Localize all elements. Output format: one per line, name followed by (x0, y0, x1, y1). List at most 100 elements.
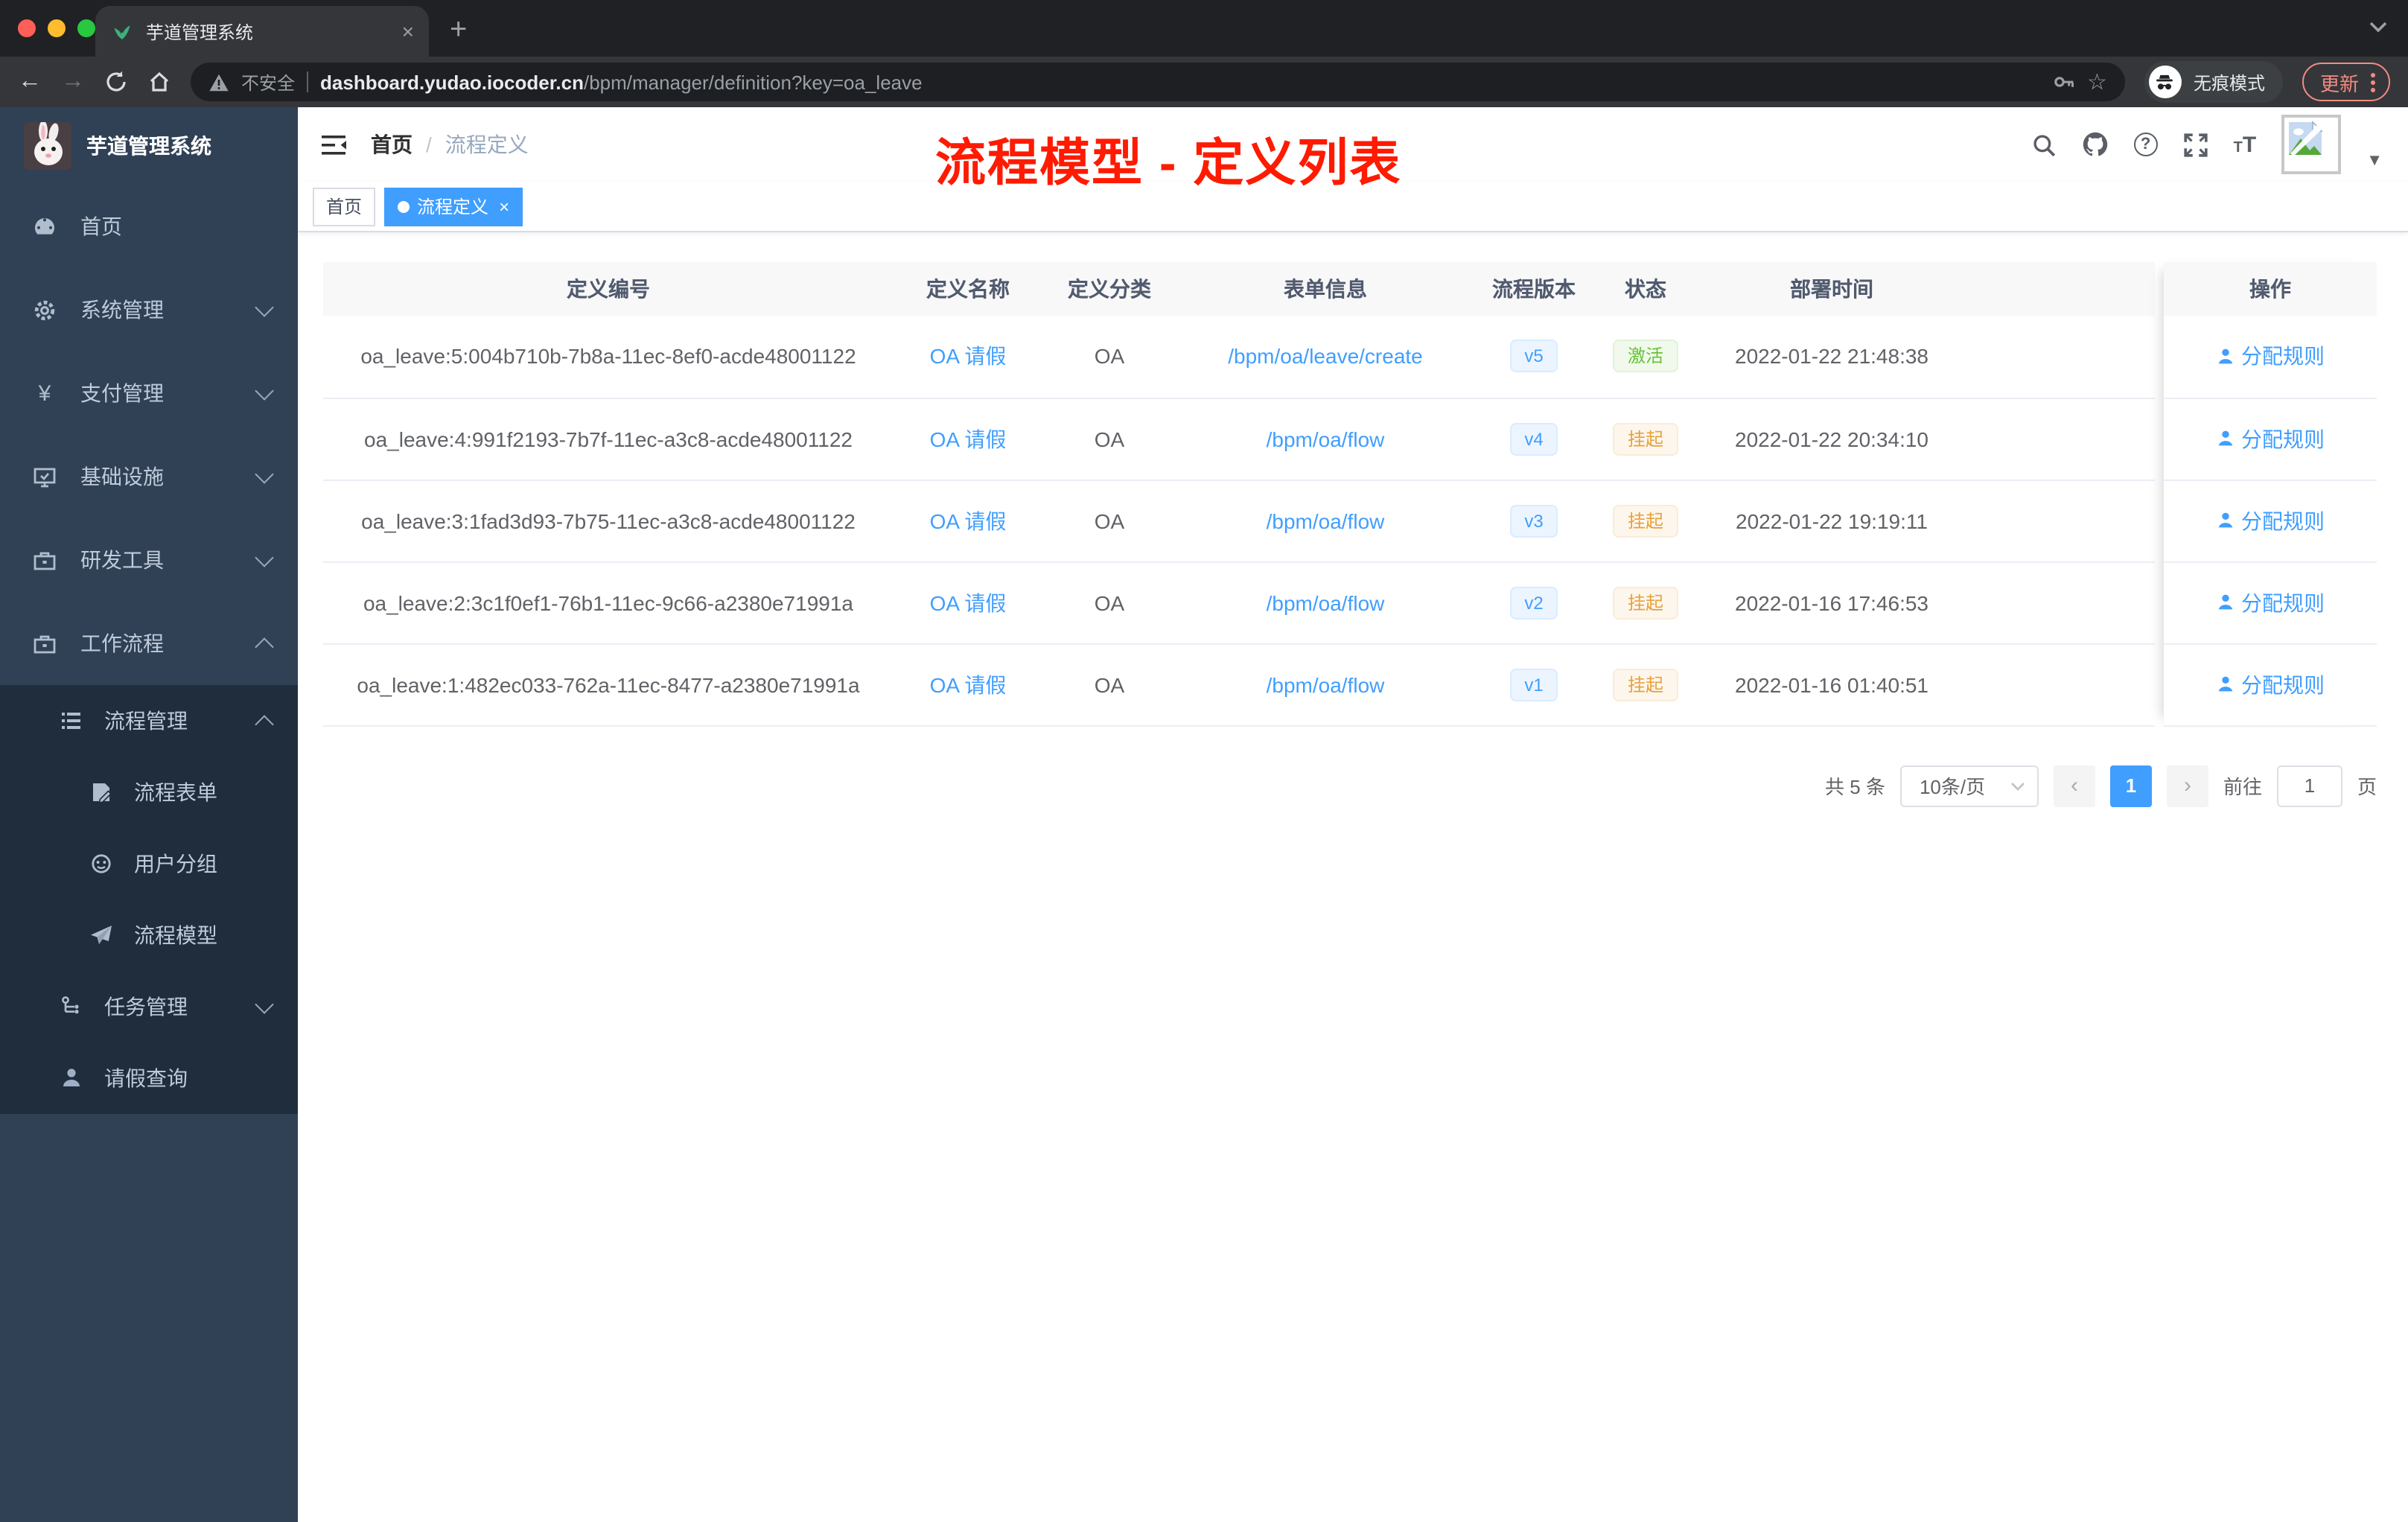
browser-tab[interactable]: 芋道管理系统 × (95, 6, 429, 57)
monitor-icon (33, 465, 57, 488)
sidebar-item-infrastructure[interactable]: 基础设施 (0, 435, 298, 518)
close-window-button[interactable] (18, 19, 36, 37)
cell-definition-id: oa_leave:2:3c1f0ef1-76b1-11ec-9c66-a2380… (323, 561, 894, 644)
sidebar-item-label: 请假查询 (104, 1066, 188, 1090)
sidebar-item-process-management[interactable]: 流程管理 (0, 685, 298, 757)
assign-rule-button[interactable]: 分配规则 (2216, 506, 2325, 535)
page-size-select[interactable]: 10条/页 (1899, 765, 2039, 806)
url-path: /bpm/manager/definition?key=oa_leave (584, 71, 923, 93)
zoom-window-button[interactable] (77, 19, 95, 37)
browser-tab-strip: 芋道管理系统 × + (0, 0, 2408, 57)
sidebar-item-label: 工作流程 (80, 631, 164, 655)
assign-rule-button[interactable]: 分配规则 (2216, 342, 2325, 372)
definition-name-link[interactable]: OA 请假 (930, 427, 1007, 450)
definition-name-link[interactable]: OA 请假 (930, 672, 1007, 696)
user-avatar[interactable] (2281, 115, 2342, 174)
cell-definition-id: oa_leave:5:004b710b-7b8a-11ec-8ef0-acde4… (323, 316, 894, 398)
form-info-link[interactable]: /bpm/oa/flow (1267, 509, 1385, 532)
sidebar-item-workflow[interactable]: 工作流程 (0, 602, 298, 685)
cell-deploy-time: 2022-01-16 17:46:53 (1698, 561, 1966, 644)
minimize-window-button[interactable] (48, 19, 66, 37)
back-button[interactable]: ← (18, 69, 42, 94)
sidebar-item-label: 任务管理 (104, 995, 188, 1019)
help-icon[interactable]: ? (2133, 133, 2158, 156)
sidebar-item-home[interactable]: 首页 (0, 185, 298, 268)
breadcrumb-home[interactable]: 首页 (371, 130, 413, 159)
update-button[interactable]: 更新 (2302, 63, 2390, 101)
fullscreen-icon[interactable] (2183, 132, 2208, 157)
security-label[interactable]: 不安全 (241, 69, 295, 95)
page-goto-input[interactable] (2276, 765, 2342, 806)
update-label: 更新 (2319, 72, 2359, 95)
next-page-button[interactable]: › (2166, 765, 2208, 806)
sidebar-item-user-group[interactable]: 用户分组 (0, 828, 298, 899)
screen: 芋道管理系统 × + ← → 不安全 dashboard.yudao.iocod… (0, 0, 2408, 1522)
prev-page-button[interactable]: ‹ (2053, 765, 2095, 806)
form-info-link[interactable]: /bpm/oa/flow (1267, 590, 1385, 614)
tag-close-icon[interactable]: × (499, 196, 509, 217)
tag-home[interactable]: 首页 (313, 187, 376, 226)
definition-name-link[interactable]: OA 请假 (930, 345, 1007, 369)
table-row: oa_leave:5:004b710b-7b8a-11ec-8ef0-acde4… (323, 316, 2155, 398)
version-badge: v4 (1509, 422, 1558, 455)
col-definition-name: 定义名称 (894, 262, 1042, 316)
sidebar-item-devtools[interactable]: 研发工具 (0, 518, 298, 602)
github-icon[interactable] (2082, 131, 2109, 158)
reload-button[interactable] (104, 70, 128, 94)
kebab-menu-icon[interactable] (2371, 72, 2375, 92)
home-button[interactable] (147, 70, 171, 94)
flow-icon (60, 995, 83, 1019)
main-panel: 流程模型 - 定义列表 首页 / 流程定义 ? T T ▼ 首页 流程定义 × … (298, 107, 2408, 1522)
table-row: oa_leave:1:482ec033-762a-11ec-8477-a2380… (323, 643, 2155, 726)
forward-button[interactable]: → (61, 69, 85, 94)
header-actions: ? TT ▼ (2031, 115, 2383, 174)
sidebar-item-task-management[interactable]: 任务管理 (0, 971, 298, 1042)
sidebar-item-process-model[interactable]: 流程模型 (0, 899, 298, 971)
content-area: 定义编号 定义名称 定义分类 表单信息 流程版本 状态 部署时间 oa_leav… (298, 232, 2408, 806)
definition-name-link[interactable]: OA 请假 (930, 509, 1007, 532)
bookmark-star-icon[interactable]: ☆ (2087, 71, 2107, 93)
page-1-button[interactable]: 1 (2109, 765, 2152, 806)
people-icon (89, 852, 113, 876)
url-bar[interactable]: 不安全 dashboard.yudao.iocoder.cn/bpm/manag… (191, 63, 2125, 101)
breadcrumb-separator: / (426, 133, 432, 156)
url-host: dashboard.yudao.iocoder.cn (320, 71, 584, 93)
user-menu-caret-icon[interactable]: ▼ (2366, 152, 2383, 170)
font-size-icon[interactable]: TT (2234, 133, 2257, 156)
assign-rule-button[interactable]: 分配规则 (2216, 424, 2325, 453)
search-icon[interactable] (2031, 132, 2057, 157)
version-badge: v1 (1509, 668, 1558, 701)
sidebar-item-payment[interactable]: ¥ 支付管理 (0, 351, 298, 435)
sidebar-logo[interactable]: 芋道管理系统 (0, 107, 298, 185)
definition-name-link[interactable]: OA 请假 (930, 590, 1007, 614)
cell-category: OA (1042, 316, 1176, 398)
version-badge: v3 (1509, 504, 1558, 537)
incognito-label: 无痕模式 (2193, 72, 2265, 93)
workflow-submenu: 流程管理 流程表单 用户分组 流程模型 任务管理 请假查询 (0, 685, 298, 1114)
form-info-link[interactable]: /bpm/oa/flow (1267, 427, 1385, 450)
assign-rule-button[interactable]: 分配规则 (2216, 669, 2325, 699)
annotation-text: 流程模型 - 定义列表 (935, 136, 1402, 192)
form-info-link[interactable]: /bpm/oa/flow (1267, 672, 1385, 696)
sidebar-item-leave-query[interactable]: 请假查询 (0, 1042, 298, 1114)
chevron-down-icon (255, 298, 274, 317)
tag-process-definition[interactable]: 流程定义 × (384, 187, 523, 226)
sidebar-item-process-form[interactable]: 流程表单 (0, 757, 298, 828)
key-icon[interactable] (2051, 70, 2075, 94)
status-badge: 激活 (1612, 340, 1678, 373)
tab-close-icon[interactable]: × (402, 21, 414, 42)
assign-rule-button[interactable]: 分配规则 (2216, 588, 2325, 617)
chevron-up-icon (255, 715, 274, 734)
collapse-sidebar-button[interactable] (322, 133, 347, 156)
status-badge: 挂起 (1612, 422, 1678, 455)
form-info-link[interactable]: /bpm/oa/leave/create (1228, 345, 1423, 369)
status-badge: 挂起 (1612, 504, 1678, 537)
sidebar-item-system[interactable]: 系统管理 (0, 268, 298, 351)
insecure-warning-icon[interactable] (208, 72, 229, 92)
page-url[interactable]: dashboard.yudao.iocoder.cn/bpm/manager/d… (320, 71, 923, 93)
new-tab-button[interactable]: + (450, 15, 467, 45)
tab-search-caret-icon[interactable] (2369, 21, 2387, 33)
col-deploy-time: 部署时间 (1698, 262, 1966, 316)
col-definition-id: 定义编号 (323, 262, 894, 316)
chevron-down-icon (255, 548, 274, 567)
